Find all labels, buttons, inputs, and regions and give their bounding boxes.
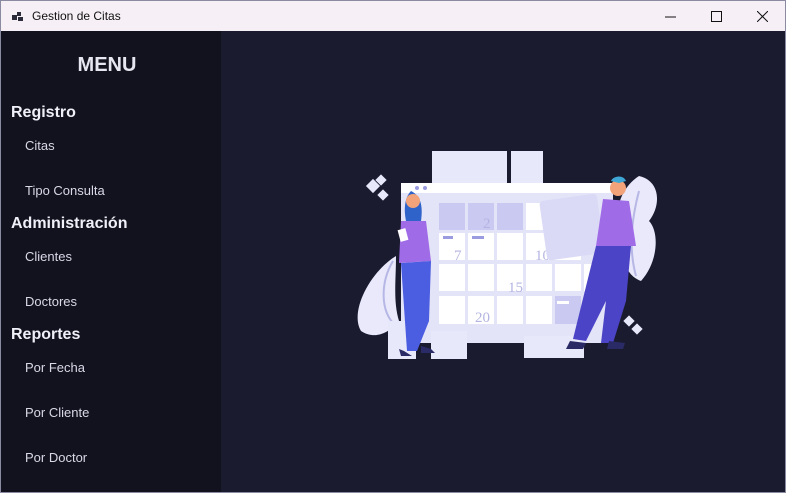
menu-item-tipo-consulta[interactable]: Tipo Consulta: [25, 183, 105, 198]
app-window: Gestion de Citas MENU Registro Citas Tip…: [0, 0, 786, 493]
section-reportes: Reportes: [11, 326, 81, 343]
menu-item-por-cliente[interactable]: Por Cliente: [25, 405, 89, 420]
menu-item-clientes[interactable]: Clientes: [25, 249, 72, 264]
app-icon: [12, 12, 23, 21]
close-icon: [756, 10, 768, 22]
calendar-number-2: 2: [483, 216, 491, 232]
minimize-icon: [664, 16, 676, 17]
window-title: Gestion de Citas: [32, 9, 121, 23]
calendar-number-20: 20: [475, 310, 490, 326]
menu-item-por-fecha[interactable]: Por Fecha: [25, 360, 85, 375]
calendar-number-15: 15: [508, 280, 523, 296]
close-button[interactable]: [739, 1, 785, 31]
title-bar[interactable]: Gestion de Citas: [1, 1, 785, 31]
menu-item-por-doctor[interactable]: Por Doctor: [25, 450, 87, 465]
menu-item-citas[interactable]: Citas: [25, 138, 55, 153]
menu-title: MENU: [77, 54, 137, 76]
minimize-button[interactable]: [647, 1, 693, 31]
menu-item-doctores[interactable]: Doctores: [25, 294, 77, 309]
sidebar-menu: MENU Registro Citas Tipo Consulta Admini…: [1, 31, 221, 492]
section-registro: Registro: [11, 104, 76, 121]
calendar-number-7: 7: [454, 248, 462, 264]
maximize-icon: [710, 10, 722, 22]
calendar-illustration: 2 7 10 15 20: [357, 151, 658, 359]
main-panel: 2 7 10 15 20: [221, 31, 785, 492]
maximize-button[interactable]: [693, 1, 739, 31]
section-administracion: Administración: [11, 215, 128, 232]
